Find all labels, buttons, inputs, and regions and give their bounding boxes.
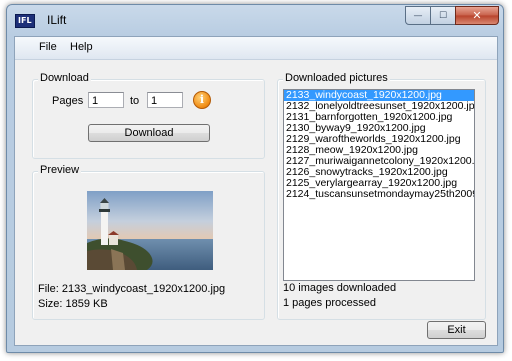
downloaded-pictures-label: Downloaded pictures — [283, 72, 390, 84]
window-title: ILift — [47, 13, 67, 27]
minimize-icon: — — [413, 10, 423, 21]
preview-image — [87, 191, 213, 270]
preview-size-text: Size: 1859 KB — [38, 298, 108, 310]
download-button[interactable]: Download — [88, 124, 210, 142]
list-item[interactable]: 2124_tuscansunsetmondaymay25th2009_1920x… — [284, 189, 474, 200]
list-items: 2133_windycoast_1920x1200.jpg 2132_lonely… — [284, 90, 474, 200]
download-group-label: Download — [38, 72, 91, 84]
download-group: Download Pages 1 to 1 i Download — [32, 72, 265, 159]
menu-file[interactable]: File — [37, 41, 59, 53]
status-images-downloaded: 10 images downloaded — [283, 282, 397, 294]
downloaded-pictures-group: Downloaded pictures 2133_windycoast_1920… — [277, 72, 486, 320]
preview-file-text: File: 2133_windycoast_1920x1200.jpg — [38, 283, 226, 295]
status-pages-processed: 1 pages processed — [283, 297, 376, 309]
title-bar[interactable]: IFL ILift — ☐ ✕ — [7, 5, 503, 36]
preview-group-label: Preview — [38, 164, 82, 176]
info-icon[interactable]: i — [193, 91, 211, 109]
app-logo-icon: IFL — [15, 14, 35, 28]
page-to-input[interactable]: 1 — [147, 92, 183, 108]
menu-help[interactable]: Help — [68, 41, 95, 53]
close-button[interactable]: ✕ — [455, 6, 499, 25]
maximize-button[interactable]: ☐ — [430, 6, 456, 25]
preview-group: Preview File: 2133_windycoast_1920x1200.… — [32, 164, 265, 320]
menu-bar: File Help — [15, 37, 497, 60]
maximize-icon: ☐ — [438, 10, 448, 21]
exit-button[interactable]: Exit — [427, 321, 486, 339]
pages-label: Pages — [52, 95, 84, 107]
minimize-button[interactable]: — — [405, 6, 431, 25]
app-window: IFL ILift — ☐ ✕ File Help Download Pages… — [6, 4, 504, 353]
downloaded-pictures-list[interactable]: 2133_windycoast_1920x1200.jpg 2132_lonely… — [283, 89, 475, 281]
client-area: File Help Download Pages 1 to 1 i Downlo… — [14, 36, 498, 346]
close-icon: ✕ — [472, 9, 482, 22]
to-label: to — [130, 95, 140, 107]
page-from-input[interactable]: 1 — [88, 92, 124, 108]
